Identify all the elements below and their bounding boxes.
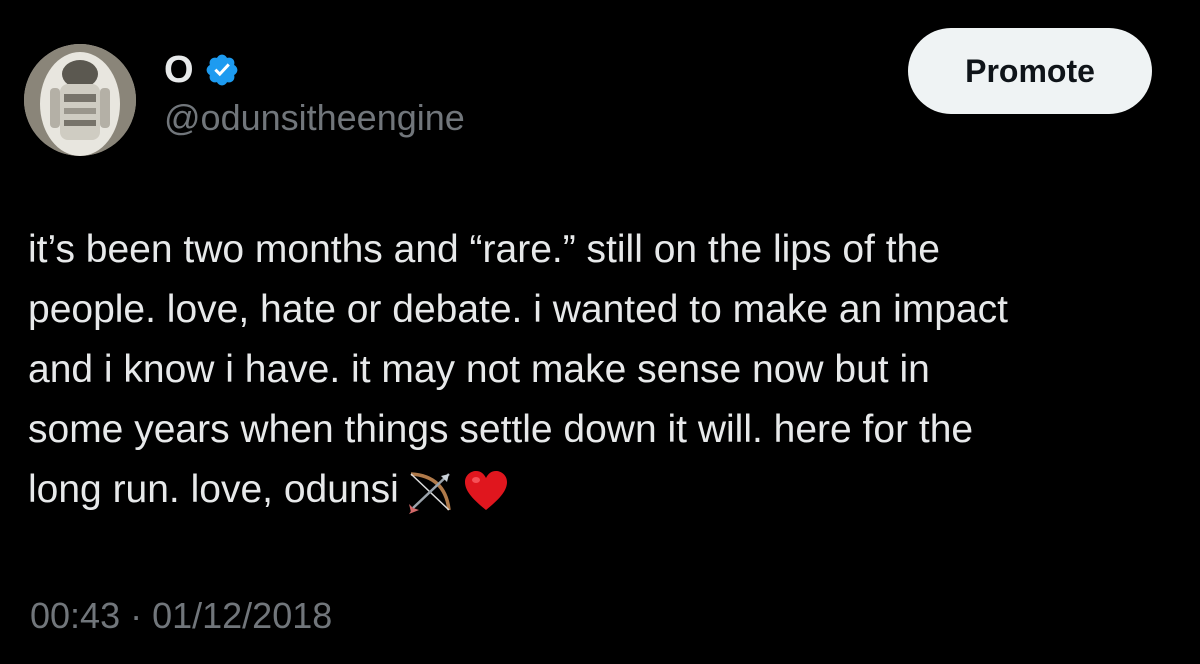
tweet-text-line: people. love, hate or debate. i wanted t…: [28, 288, 1008, 331]
tweet-text-line: some years when things settle down it wi…: [28, 408, 974, 451]
tweet-text-last-words: long run. love, odunsi: [28, 468, 399, 511]
bow-and-arrow-icon: [408, 471, 451, 514]
tweet-text-line: and i know i have. it may not make sense…: [28, 348, 930, 391]
promote-button[interactable]: Promote: [908, 28, 1152, 114]
red-heart-icon: [464, 470, 507, 510]
tweet-text-line: it’s been two months and “rare.” still o…: [28, 228, 940, 271]
verified-badge-icon: [206, 54, 238, 86]
avatar[interactable]: [24, 44, 136, 156]
display-name[interactable]: O: [164, 48, 194, 92]
handle[interactable]: @odunsitheengine: [164, 96, 465, 140]
tweet-text-line-last: long run. love, odunsi: [28, 460, 1178, 520]
tweet-card: O @odunsitheengine Promote it’s been two…: [0, 0, 1200, 664]
avatar-image: [24, 44, 136, 156]
timestamp[interactable]: 00:43 · 01/12/2018: [30, 592, 332, 640]
tweet-text: it’s been two months and “rare.” still o…: [28, 220, 1178, 520]
